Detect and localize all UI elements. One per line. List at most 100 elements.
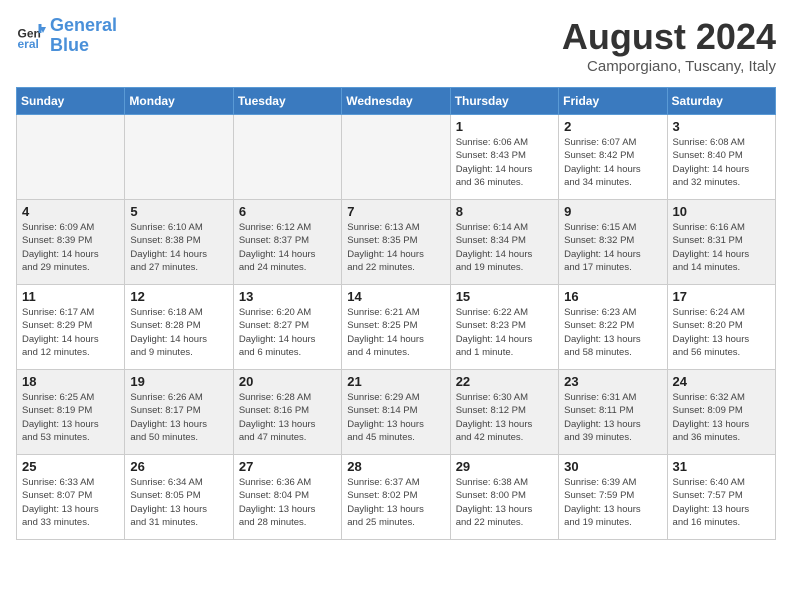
day-info: Sunrise: 6:10 AM Sunset: 8:38 PM Dayligh… <box>130 221 227 274</box>
calendar-cell: 3 Sunrise: 6:08 AM Sunset: 8:40 PM Daylig… <box>667 115 775 200</box>
calendar-cell <box>125 115 233 200</box>
weekday-header: Monday <box>125 88 233 115</box>
calendar-cell: 30Sunrise: 6:39 AM Sunset: 7:59 PM Dayli… <box>559 455 667 540</box>
day-info: Sunrise: 6:16 AM Sunset: 8:31 PM Dayligh… <box>673 221 770 274</box>
day-info: Sunrise: 6:39 AM Sunset: 7:59 PM Dayligh… <box>564 476 661 529</box>
day-number: 5 <box>130 204 227 219</box>
calendar-cell: 29 Sunrise: 6:38 AM Sunset: 8:00 PM Dayli… <box>450 455 558 540</box>
calendar-cell: 2Sunrise: 6:07 AM Sunset: 8:42 PM Daylig… <box>559 115 667 200</box>
calendar-cell: 10 Sunrise: 6:16 AM Sunset: 8:31 PM Dayli… <box>667 200 775 285</box>
logo-general: General <box>50 15 117 35</box>
calendar-cell: 24 Sunrise: 6:32 AM Sunset: 8:09 PM Dayli… <box>667 370 775 455</box>
day-number: 17 <box>673 289 770 304</box>
calendar-cell: 1 Sunrise: 6:06 AM Sunset: 8:43 PM Daylig… <box>450 115 558 200</box>
day-info: Sunrise: 6:31 AM Sunset: 8:11 PM Dayligh… <box>564 391 661 444</box>
day-number: 19 <box>130 374 227 389</box>
calendar-cell: 13 Sunrise: 6:20 AM Sunset: 8:27 PM Dayli… <box>233 285 341 370</box>
weekday-header: Saturday <box>667 88 775 115</box>
day-number: 29 <box>456 459 553 474</box>
day-number: 8 <box>456 204 553 219</box>
day-number: 1 <box>456 119 553 134</box>
calendar-week-row: 18 Sunrise: 6:25 AM Sunset: 8:19 PM Dayli… <box>17 370 776 455</box>
day-number: 31 <box>673 459 770 474</box>
logo: Gen eral General Blue <box>16 16 117 56</box>
weekday-header: Wednesday <box>342 88 450 115</box>
day-number: 20 <box>239 374 336 389</box>
day-info: Sunrise: 6:32 AM Sunset: 8:09 PM Dayligh… <box>673 391 770 444</box>
day-number: 25 <box>22 459 119 474</box>
calendar-cell: 17 Sunrise: 6:24 AM Sunset: 8:20 PM Dayli… <box>667 285 775 370</box>
calendar-cell: 26 Sunrise: 6:34 AM Sunset: 8:05 PM Dayli… <box>125 455 233 540</box>
calendar-cell: 14 Sunrise: 6:21 AM Sunset: 8:25 PM Dayli… <box>342 285 450 370</box>
day-info: Sunrise: 6:26 AM Sunset: 8:17 PM Dayligh… <box>130 391 227 444</box>
day-number: 24 <box>673 374 770 389</box>
day-number: 11 <box>22 289 119 304</box>
logo-blue: Blue <box>50 35 89 55</box>
calendar-cell: 6Sunrise: 6:12 AM Sunset: 8:37 PM Daylig… <box>233 200 341 285</box>
day-info: Sunrise: 6:21 AM Sunset: 8:25 PM Dayligh… <box>347 306 444 359</box>
calendar-cell: 12 Sunrise: 6:18 AM Sunset: 8:28 PM Dayli… <box>125 285 233 370</box>
calendar-table: SundayMondayTuesdayWednesdayThursdayFrid… <box>16 87 776 540</box>
day-info: Sunrise: 6:37 AM Sunset: 8:02 PM Dayligh… <box>347 476 444 529</box>
calendar-cell: 19 Sunrise: 6:26 AM Sunset: 8:17 PM Dayli… <box>125 370 233 455</box>
day-info: Sunrise: 6:07 AM Sunset: 8:42 PM Dayligh… <box>564 136 661 189</box>
calendar-cell <box>233 115 341 200</box>
weekday-header: Friday <box>559 88 667 115</box>
day-info: Sunrise: 6:38 AM Sunset: 8:00 PM Dayligh… <box>456 476 553 529</box>
weekday-header: Sunday <box>17 88 125 115</box>
calendar-cell: 22 Sunrise: 6:30 AM Sunset: 8:12 PM Dayli… <box>450 370 558 455</box>
day-info: Sunrise: 6:15 AM Sunset: 8:32 PM Dayligh… <box>564 221 661 274</box>
day-info: Sunrise: 6:17 AM Sunset: 8:29 PM Dayligh… <box>22 306 119 359</box>
day-info: Sunrise: 6:08 AM Sunset: 8:40 PM Dayligh… <box>673 136 770 189</box>
day-info: Sunrise: 6:30 AM Sunset: 8:12 PM Dayligh… <box>456 391 553 444</box>
day-number: 14 <box>347 289 444 304</box>
day-number: 21 <box>347 374 444 389</box>
calendar-cell: 9Sunrise: 6:15 AM Sunset: 8:32 PM Daylig… <box>559 200 667 285</box>
day-number: 23 <box>564 374 661 389</box>
calendar-cell: 21Sunrise: 6:29 AM Sunset: 8:14 PM Dayli… <box>342 370 450 455</box>
calendar-cell: 18 Sunrise: 6:25 AM Sunset: 8:19 PM Dayli… <box>17 370 125 455</box>
day-info: Sunrise: 6:25 AM Sunset: 8:19 PM Dayligh… <box>22 391 119 444</box>
logo-icon: Gen eral <box>16 21 46 51</box>
day-number: 18 <box>22 374 119 389</box>
day-info: Sunrise: 6:09 AM Sunset: 8:39 PM Dayligh… <box>22 221 119 274</box>
calendar-cell: 16 Sunrise: 6:23 AM Sunset: 8:22 PM Dayli… <box>559 285 667 370</box>
day-number: 7 <box>347 204 444 219</box>
day-info: Sunrise: 6:23 AM Sunset: 8:22 PM Dayligh… <box>564 306 661 359</box>
day-number: 27 <box>239 459 336 474</box>
calendar-cell: 28Sunrise: 6:37 AM Sunset: 8:02 PM Dayli… <box>342 455 450 540</box>
calendar-cell: 23 Sunrise: 6:31 AM Sunset: 8:11 PM Dayli… <box>559 370 667 455</box>
day-number: 16 <box>564 289 661 304</box>
day-number: 4 <box>22 204 119 219</box>
calendar-cell: 20 Sunrise: 6:28 AM Sunset: 8:16 PM Dayli… <box>233 370 341 455</box>
calendar-week-row: 4 Sunrise: 6:09 AM Sunset: 8:39 PM Daylig… <box>17 200 776 285</box>
calendar-cell: 11 Sunrise: 6:17 AM Sunset: 8:29 PM Dayli… <box>17 285 125 370</box>
day-info: Sunrise: 6:18 AM Sunset: 8:28 PM Dayligh… <box>130 306 227 359</box>
calendar-cell: 4 Sunrise: 6:09 AM Sunset: 8:39 PM Daylig… <box>17 200 125 285</box>
calendar-cell: 8Sunrise: 6:14 AM Sunset: 8:34 PM Daylig… <box>450 200 558 285</box>
day-info: Sunrise: 6:13 AM Sunset: 8:35 PM Dayligh… <box>347 221 444 274</box>
day-info: Sunrise: 6:34 AM Sunset: 8:05 PM Dayligh… <box>130 476 227 529</box>
day-number: 26 <box>130 459 227 474</box>
day-number: 13 <box>239 289 336 304</box>
weekday-header: Thursday <box>450 88 558 115</box>
month-year-title: August 2024 <box>562 16 776 58</box>
day-number: 3 <box>673 119 770 134</box>
day-number: 10 <box>673 204 770 219</box>
calendar-cell <box>17 115 125 200</box>
day-info: Sunrise: 6:28 AM Sunset: 8:16 PM Dayligh… <box>239 391 336 444</box>
calendar-cell: 7 Sunrise: 6:13 AM Sunset: 8:35 PM Daylig… <box>342 200 450 285</box>
calendar-cell: 15Sunrise: 6:22 AM Sunset: 8:23 PM Dayli… <box>450 285 558 370</box>
day-info: Sunrise: 6:06 AM Sunset: 8:43 PM Dayligh… <box>456 136 553 189</box>
location-subtitle: Camporgiano, Tuscany, Italy <box>562 58 776 75</box>
day-number: 12 <box>130 289 227 304</box>
calendar-cell: 5 Sunrise: 6:10 AM Sunset: 8:38 PM Daylig… <box>125 200 233 285</box>
calendar-cell: 25Sunrise: 6:33 AM Sunset: 8:07 PM Dayli… <box>17 455 125 540</box>
day-info: Sunrise: 6:20 AM Sunset: 8:27 PM Dayligh… <box>239 306 336 359</box>
logo-text: General Blue <box>50 16 117 56</box>
day-info: Sunrise: 6:40 AM Sunset: 7:57 PM Dayligh… <box>673 476 770 529</box>
day-info: Sunrise: 6:24 AM Sunset: 8:20 PM Dayligh… <box>673 306 770 359</box>
calendar-week-row: 11 Sunrise: 6:17 AM Sunset: 8:29 PM Dayli… <box>17 285 776 370</box>
day-number: 22 <box>456 374 553 389</box>
calendar-cell: 31 Sunrise: 6:40 AM Sunset: 7:57 PM Dayli… <box>667 455 775 540</box>
